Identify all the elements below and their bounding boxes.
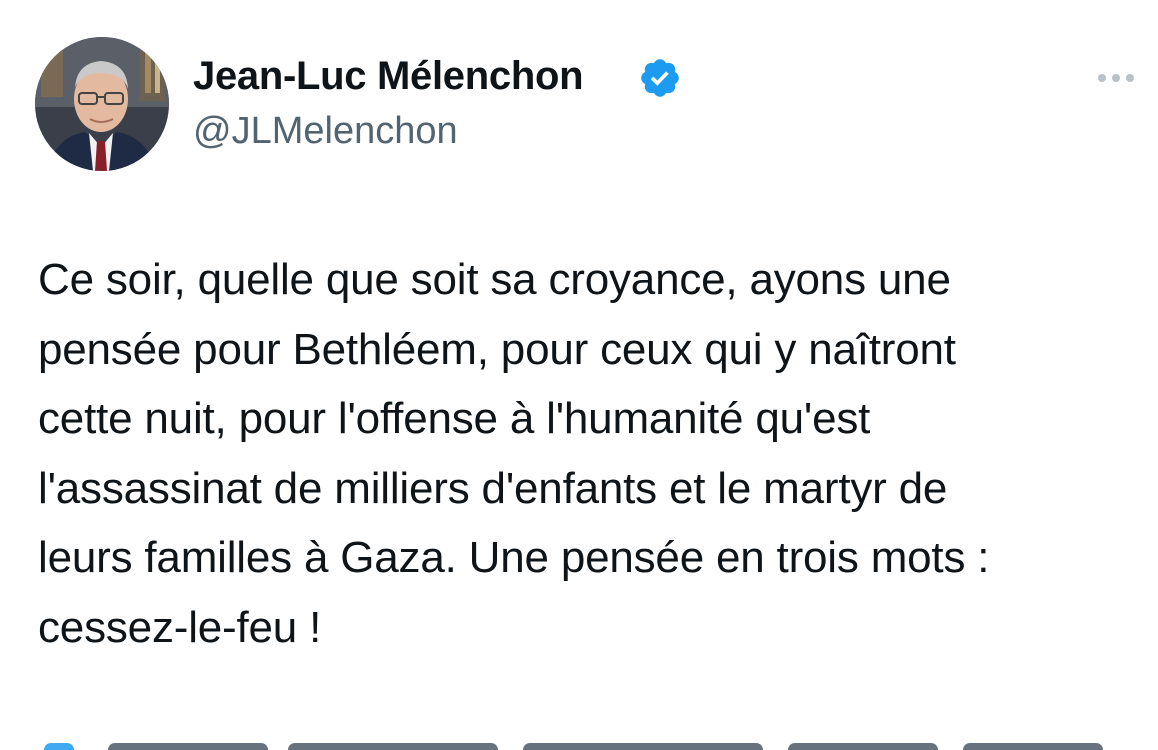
tweet-text: Ce soir, quelle que soit sa croyance, ay…	[38, 255, 990, 652]
footer-text-fragment	[788, 743, 938, 750]
footer-text-fragment	[963, 743, 1103, 750]
tweet-card: Jean-Luc Mélenchon @JLMelenchon Ce soir,…	[0, 0, 1158, 750]
footer-text-fragment	[108, 743, 268, 750]
author-name[interactable]: Jean-Luc Mélenchon	[193, 52, 584, 100]
avatar-image	[35, 37, 169, 171]
author-handle[interactable]: @JLMelenchon	[193, 108, 458, 154]
footer-text-fragment	[523, 743, 763, 750]
more-options-icon[interactable]	[1090, 60, 1142, 96]
tweet-footer-partial	[38, 735, 1118, 750]
avatar[interactable]	[35, 37, 169, 171]
edited-icon	[44, 743, 74, 750]
footer-text-fragment	[288, 743, 498, 750]
verified-badge-icon	[641, 59, 679, 97]
